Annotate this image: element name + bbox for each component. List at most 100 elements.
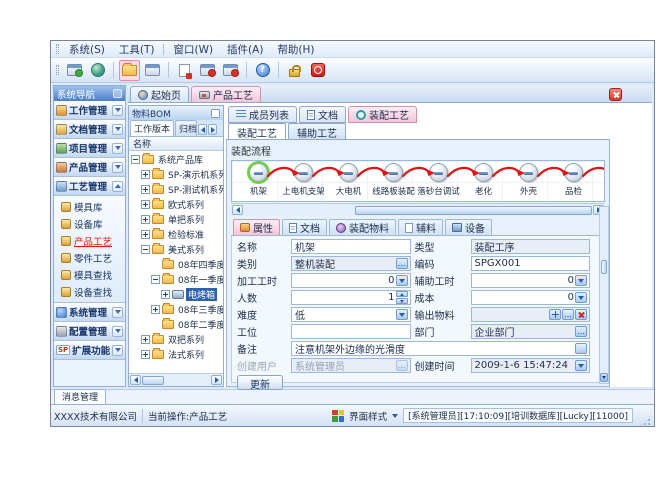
- remark-scroll-button[interactable]: [575, 343, 587, 354]
- chevron-down-icon[interactable]: [112, 326, 123, 337]
- tree-item-selected[interactable]: 电烤箱: [129, 287, 223, 302]
- sidebar-group-system[interactable]: 系统管理: [54, 303, 125, 322]
- scroll-left-button[interactable]: [232, 205, 243, 215]
- add-button[interactable]: [549, 309, 561, 320]
- chevron-down-icon[interactable]: [392, 414, 398, 418]
- chevron-up-icon[interactable]: [112, 181, 123, 192]
- scrollbar-track[interactable]: [244, 206, 354, 215]
- flow-horizontal-scrollbar[interactable]: [231, 203, 605, 216]
- dropdown-button[interactable]: [575, 275, 587, 286]
- toolbar-grip[interactable]: [56, 65, 59, 75]
- close-all-button[interactable]: [220, 60, 241, 81]
- delete-doc-button[interactable]: [174, 60, 195, 81]
- sidebar-group-product[interactable]: 产品管理: [54, 158, 125, 177]
- tree-item[interactable]: 美式系列: [129, 242, 223, 257]
- tree-item[interactable]: 08年一季度: [129, 272, 223, 287]
- chevron-down-icon[interactable]: [112, 143, 123, 154]
- output-material-field[interactable]: [471, 307, 591, 322]
- vertical-scrollbar[interactable]: [599, 206, 609, 384]
- tree-item[interactable]: 系统产品库: [129, 152, 223, 167]
- expand-icon[interactable]: [141, 215, 150, 224]
- menu-help[interactable]: 帮助(H): [270, 41, 321, 58]
- tab-assembly-process[interactable]: 装配工艺: [348, 106, 417, 123]
- sidebar-group-config[interactable]: 配置管理: [54, 322, 125, 341]
- menu-system[interactable]: 系统(S): [62, 41, 112, 58]
- scrollbar-thumb[interactable]: [142, 376, 164, 385]
- sidebar-group-document[interactable]: 文档管理: [54, 120, 125, 139]
- expand-icon[interactable]: [141, 200, 150, 209]
- sidebar-item-equipment-search[interactable]: 设备查找: [54, 283, 125, 300]
- dropdown-button[interactable]: [396, 275, 408, 286]
- tab-auxiliary-materials[interactable]: 辅料: [398, 219, 443, 235]
- collapse-icon[interactable]: [141, 245, 150, 254]
- close-tab-button[interactable]: [609, 88, 622, 101]
- remark-field[interactable]: 注意机架外边缘的光滑度: [291, 341, 590, 356]
- people-field[interactable]: 1: [291, 290, 411, 305]
- expand-icon[interactable]: [151, 305, 160, 314]
- menu-window[interactable]: 窗口(W): [166, 41, 220, 58]
- desktop-button[interactable]: [64, 60, 85, 81]
- tab-properties[interactable]: 属性: [233, 219, 280, 235]
- resize-grip[interactable]: [640, 415, 651, 426]
- tree-item[interactable]: 欧式系列: [129, 197, 223, 212]
- tab-product-process[interactable]: 产品工艺: [191, 86, 261, 102]
- spin-down-icon[interactable]: [396, 298, 408, 304]
- tree-item[interactable]: 单把系列: [129, 212, 223, 227]
- menu-tools[interactable]: 工具(T): [112, 41, 162, 58]
- windows-button[interactable]: [142, 60, 163, 81]
- sidebar-item-mold-search[interactable]: 模具查找: [54, 266, 125, 283]
- scrollbar-thumb[interactable]: [601, 260, 607, 274]
- expand-icon[interactable]: [141, 170, 150, 179]
- chevron-down-icon[interactable]: [112, 307, 123, 318]
- scrollbar-track[interactable]: [165, 376, 210, 385]
- ellipsis-button[interactable]: [575, 326, 587, 337]
- spin-up-icon[interactable]: [396, 291, 408, 297]
- chevron-down-icon[interactable]: [112, 124, 123, 135]
- ui-style-selector[interactable]: 界面样式: [349, 409, 387, 423]
- ellipsis-button[interactable]: [396, 258, 408, 269]
- tab-start-page[interactable]: 起始页: [130, 86, 189, 102]
- ellipsis-button[interactable]: [562, 309, 574, 320]
- category-field[interactable]: 整机装配: [291, 256, 411, 271]
- collapse-icon[interactable]: [131, 155, 140, 164]
- lock-button[interactable]: [284, 60, 305, 81]
- close-window-button[interactable]: [197, 60, 218, 81]
- tree-item[interactable]: SP-演示机系列: [129, 167, 223, 182]
- tab-working-version[interactable]: 工作版本: [130, 120, 174, 136]
- station-field[interactable]: [291, 324, 411, 339]
- scroll-down-button[interactable]: [600, 373, 608, 382]
- chevron-down-icon[interactable]: [112, 105, 123, 116]
- tab-equipment[interactable]: 设备: [445, 219, 492, 235]
- expand-icon[interactable]: [141, 185, 150, 194]
- sidebar-item-mold-library[interactable]: 模具库: [54, 198, 125, 215]
- bom-panel-menu-button[interactable]: [211, 109, 220, 118]
- tree-item[interactable]: 08年四季度: [129, 257, 223, 272]
- sidebar-group-extension[interactable]: SP 扩展功能: [54, 341, 125, 360]
- tab-assembly[interactable]: 装配工艺: [228, 123, 286, 139]
- chevron-down-icon[interactable]: [112, 162, 123, 173]
- update-button[interactable]: 更新: [237, 375, 283, 390]
- tree-item[interactable]: 08年二季度: [129, 317, 223, 332]
- tree-column-header[interactable]: 名称: [129, 137, 223, 151]
- scroll-right-button[interactable]: [211, 375, 222, 385]
- flow-node-selected[interactable]: 机架: [236, 163, 281, 201]
- sidebar-item-part-process[interactable]: 零件工艺: [54, 249, 125, 266]
- spinner-buttons[interactable]: [396, 291, 408, 304]
- code-field[interactable]: SPGX001: [471, 256, 591, 271]
- department-field[interactable]: 企业部门: [471, 324, 591, 339]
- tab-archived-version[interactable]: 归档版本: [175, 120, 197, 136]
- scrollbar-thumb[interactable]: [355, 206, 592, 215]
- tab-auxiliary[interactable]: 辅助工艺: [288, 123, 346, 139]
- menu-plugins[interactable]: 插件(A): [220, 41, 270, 58]
- sidebar-group-work[interactable]: 工作管理: [54, 101, 125, 120]
- dropdown-button[interactable]: [575, 292, 587, 303]
- tab-scroll-right-button[interactable]: [208, 124, 217, 135]
- sidebar-menu-button[interactable]: [113, 89, 122, 98]
- sidebar-group-project[interactable]: 项目管理: [54, 139, 125, 158]
- clear-button[interactable]: [575, 309, 587, 320]
- sidebar-item-equipment-library[interactable]: 设备库: [54, 215, 125, 232]
- expand-icon[interactable]: [161, 290, 170, 299]
- network-button[interactable]: [87, 60, 108, 81]
- tab-message-management[interactable]: 消息管理: [54, 389, 106, 404]
- tree-item[interactable]: 法式系列: [129, 347, 223, 362]
